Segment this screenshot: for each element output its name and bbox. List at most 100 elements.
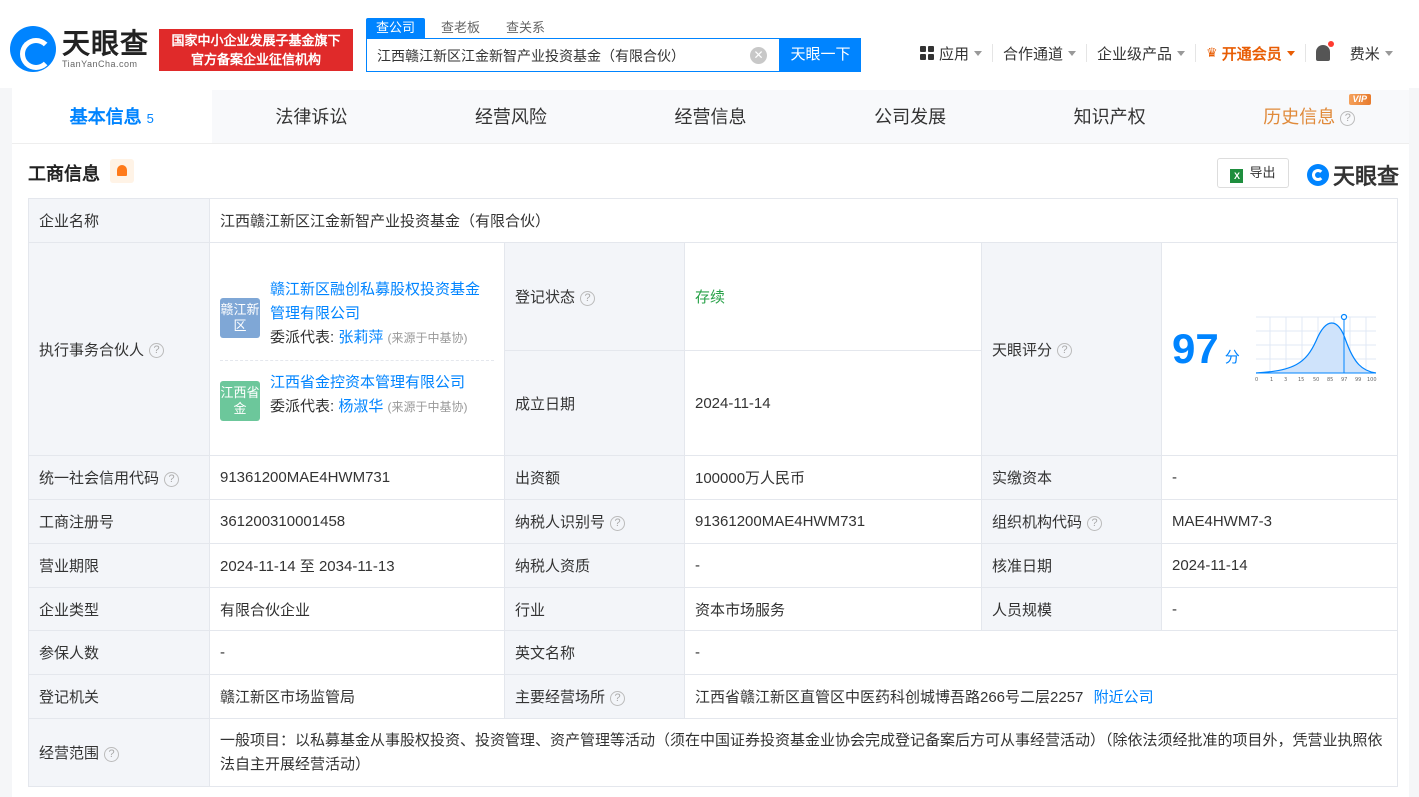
address-label-text: 主要经营场所 <box>515 689 606 706</box>
search-input[interactable]: 江西赣江新区江金新智产业投资基金（有限合伙） ✕ <box>366 38 780 72</box>
credit-code-label-text: 统一社会信用代码 <box>39 470 160 487</box>
partner-label-text: 执行事务合伙人 <box>39 341 145 359</box>
tab-basic-info-label: 基本信息 <box>69 107 142 127</box>
credit-code-label: 统一社会信用代码? <box>28 455 210 500</box>
nav-user[interactable]: 费米 <box>1340 44 1403 63</box>
score-cell[interactable]: 97 分 0 1 3 15 50 85 97 99 100 <box>1161 242 1398 456</box>
bell-icon <box>1315 45 1330 61</box>
score-unit: 分 <box>1224 348 1240 366</box>
partner-item: 赣江新区 赣江新区融创私募股权投资基金管理有限公司 委派代表: 张莉萍 (来源于… <box>220 268 494 360</box>
reg-no: 361200310001458 <box>209 499 505 544</box>
help-icon[interactable]: ? <box>164 471 180 487</box>
help-icon[interactable]: ? <box>610 690 626 706</box>
insured-label: 参保人数 <box>28 630 210 675</box>
org-code-label: 组织机构代码? <box>981 499 1162 544</box>
found-date-label: 成立日期 <box>504 350 685 456</box>
tab-history[interactable]: 历史信息? VIP <box>1209 90 1409 143</box>
capital-label: 出资额 <box>504 455 685 500</box>
tab-risk[interactable]: 经营风险 <box>411 90 611 143</box>
approve-date-label: 核准日期 <box>981 543 1162 588</box>
table-row: 统一社会信用代码? 91361200MAE4HWM731 出资额 100000万… <box>28 455 1398 500</box>
rep-label: 委派代表: <box>270 397 335 415</box>
table-row: 执行事务合伙人? 赣江新区 赣江新区融创私募股权投资基金管理有限公司 委派代表:… <box>28 242 1398 456</box>
table-row: 参保人数 - 英文名称 - <box>28 630 1398 675</box>
search-tab-boss[interactable]: 查老板 <box>431 18 490 38</box>
help-icon[interactable]: ? <box>1340 110 1356 126</box>
tab-ip[interactable]: 知识产权 <box>1010 90 1210 143</box>
export-label: 导出 <box>1249 165 1276 180</box>
partner-name-link[interactable]: 赣江新区融创私募股权投资基金管理有限公司 <box>270 278 494 326</box>
nav-enterprise[interactable]: 企业级产品 <box>1087 44 1197 63</box>
nav-apps[interactable]: 应用 <box>910 44 994 63</box>
insured: - <box>209 630 505 675</box>
search-button[interactable]: 天眼一下 <box>780 38 861 72</box>
address: 江西省赣江新区直管区中医药科创城博吾路266号二层2257 <box>695 689 1084 706</box>
reg-no-label: 工商注册号 <box>28 499 210 544</box>
gov-badge-line1: 国家中小企业发展子基金旗下 <box>171 33 341 48</box>
partner-name-link[interactable]: 江西省金控资本管理有限公司 <box>270 371 468 395</box>
rep-name-link[interactable]: 张莉萍 <box>338 329 383 346</box>
score-axis-tick: 3 <box>1284 377 1287 383</box>
tab-basic-info[interactable]: 基本信息 5 <box>12 90 212 143</box>
approve-date: 2024-11-14 <box>1161 543 1398 588</box>
site-logo[interactable]: 天眼查 TianYanCha.com <box>10 26 149 72</box>
help-icon[interactable]: ? <box>1057 343 1073 359</box>
nav-channel-label: 合作通道 <box>1003 45 1064 63</box>
business-info-table: 企业名称 江西赣江新区江金新智产业投资基金（有限合伙） 执行事务合伙人? 赣江新… <box>28 198 1398 787</box>
tab-operation[interactable]: 经营信息 <box>611 90 811 143</box>
tab-development[interactable]: 公司发展 <box>810 90 1010 143</box>
logo-mark-icon <box>10 26 56 72</box>
en-name: - <box>684 630 1398 675</box>
org-code: MAE4HWM7-3 <box>1161 499 1398 544</box>
search-tabs: 查公司 查老板 查关系 <box>366 18 561 38</box>
company-name: 江西赣江新区江金新智产业投资基金（有限合伙） <box>209 198 1398 243</box>
nav-apps-label: 应用 <box>939 45 970 63</box>
authority-label: 登记机关 <box>28 674 210 719</box>
taxpayer: - <box>684 543 982 588</box>
watermark-logo: 天眼查 <box>1307 159 1399 191</box>
excel-icon: X <box>1230 169 1244 183</box>
monitor-bell-icon[interactable] <box>110 159 134 183</box>
search-tab-company[interactable]: 查公司 <box>366 18 426 38</box>
help-icon[interactable]: ? <box>149 343 165 359</box>
search-input-value[interactable]: 江西赣江新区江金新智产业投资基金（有限合伙） <box>377 46 685 66</box>
search-tab-relation[interactable]: 查关系 <box>496 18 555 38</box>
table-row: 工商注册号 361200310001458 纳税人识别号? 91361200MA… <box>28 499 1398 544</box>
authority: 赣江新区市场监管局 <box>209 674 505 719</box>
clear-icon[interactable]: ✕ <box>750 47 767 64</box>
table-row: 企业类型 有限合伙企业 行业 资本市场服务 人员规模 - <box>28 587 1398 631</box>
score-axis-tick: 1 <box>1270 377 1273 383</box>
top-header: 天眼查 TianYanCha.com 国家中小企业发展子基金旗下 官方备案企业征… <box>0 0 1419 88</box>
nav-vip[interactable]: ♛ 开通会员 <box>1196 44 1306 63</box>
company-type: 有限合伙企业 <box>209 587 505 631</box>
help-icon[interactable]: ? <box>580 290 596 306</box>
paid-capital: - <box>1161 455 1398 500</box>
logo-domain: TianYanCha.com <box>62 59 138 69</box>
found-date: 2024-11-14 <box>684 350 982 456</box>
staff-size: - <box>1161 587 1398 631</box>
notification-bell[interactable] <box>1315 41 1334 61</box>
section-title: 工商信息 <box>28 164 100 184</box>
address-label: 主要经营场所? <box>504 674 685 719</box>
partner-label: 执行事务合伙人? <box>28 242 210 456</box>
tab-history-label: 历史信息 <box>1263 107 1336 127</box>
table-row: 登记机关 赣江新区市场监管局 主要经营场所? 江西省赣江新区直管区中医药科创城博… <box>28 674 1398 719</box>
tab-legal[interactable]: 法律诉讼 <box>212 90 412 143</box>
rep-name-link[interactable]: 杨淑华 <box>338 398 383 415</box>
score-axis-tick: 99 <box>1355 377 1361 383</box>
nav-vip-label: 开通会员 <box>1221 45 1282 63</box>
export-button[interactable]: X 导出 <box>1217 158 1289 188</box>
help-icon[interactable]: ? <box>610 515 626 531</box>
help-icon[interactable]: ? <box>1087 515 1103 531</box>
score-label-text: 天眼评分 <box>992 341 1053 359</box>
score-distribution-chart: 0 1 3 15 50 85 97 99 100 <box>1255 313 1376 383</box>
company-name-label: 企业名称 <box>28 198 210 243</box>
address-cell: 江西省赣江新区直管区中医药科创城博吾路266号二层2257 附近公司 <box>684 674 1398 719</box>
nav-channel[interactable]: 合作通道 <box>993 44 1088 63</box>
table-row: 营业期限 2024-11-14 至 2034-11-13 纳税人资质 - 核准日… <box>28 543 1398 588</box>
help-icon[interactable]: ? <box>104 746 120 762</box>
logo-mark-icon <box>1307 164 1329 186</box>
chevron-down-icon <box>1384 50 1393 56</box>
nearby-companies-link[interactable]: 附近公司 <box>1094 689 1154 706</box>
score-label: 天眼评分? <box>981 242 1162 456</box>
